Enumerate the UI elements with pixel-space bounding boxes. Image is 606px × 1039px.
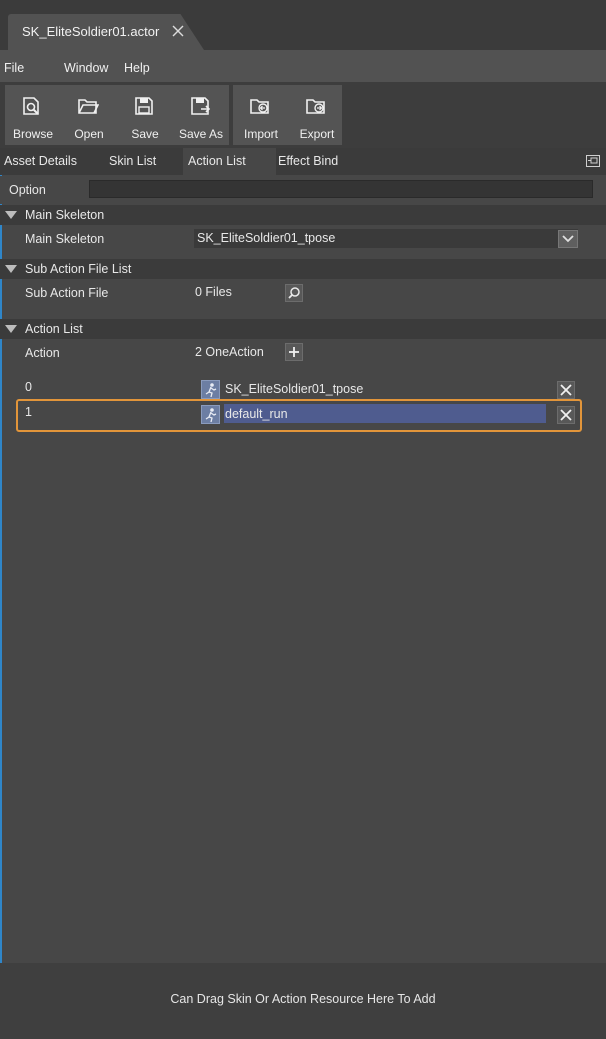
menu-window[interactable]: Window	[64, 61, 108, 75]
export-icon	[306, 99, 325, 114]
animation-clip-icon	[201, 380, 220, 399]
action-row-index: 0	[25, 380, 32, 394]
close-icon	[560, 384, 572, 396]
option-row: Option	[0, 176, 606, 204]
open-label: Open	[74, 127, 104, 141]
panel-tabs: Asset Details Skin List Action List Effe…	[0, 148, 606, 175]
option-field[interactable]	[89, 180, 593, 198]
sub-action-section-header[interactable]: Sub Action File List	[0, 259, 606, 279]
tab-effect-bind[interactable]: Effect Bind	[274, 148, 342, 175]
tab-skin-list[interactable]: Skin List	[105, 148, 160, 175]
tab-action-list[interactable]: Action List	[183, 148, 276, 175]
collapse-triangle-icon	[5, 211, 17, 219]
document-tab-title: SK_EliteSoldier01.actor	[22, 24, 160, 39]
import-icon	[250, 99, 269, 114]
import-button[interactable]: Import	[233, 85, 289, 145]
toolbar: Browse Open Save Save As Import Export	[0, 82, 606, 148]
action-row: 0 SK_EliteSoldier01_tpose	[0, 377, 606, 399]
save-label: Save	[131, 127, 159, 141]
browse-icon	[23, 97, 39, 115]
plus-icon	[289, 347, 299, 357]
collapse-triangle-icon	[5, 325, 17, 333]
main-skeleton-section-title: Main Skeleton	[25, 208, 105, 222]
save-icon	[135, 97, 153, 115]
drop-zone-hint: Can Drag Skin Or Action Resource Here To…	[170, 992, 436, 1006]
action-list-section-title: Action List	[25, 322, 83, 336]
drop-zone[interactable]: Can Drag Skin Or Action Resource Here To…	[0, 963, 606, 1039]
save-button[interactable]: Save	[117, 85, 173, 145]
sub-action-file-count: 0 Files	[195, 285, 232, 299]
document-tab-bar: SK_EliteSoldier01.actor	[0, 0, 606, 50]
remove-action-button[interactable]	[557, 381, 575, 399]
option-label: Option	[9, 183, 46, 197]
sub-action-section-title: Sub Action File List	[25, 262, 132, 276]
browse-label: Browse	[12, 127, 53, 141]
search-icon	[288, 287, 300, 299]
sub-action-file-label: Sub Action File	[25, 286, 109, 300]
import-export-tool-group: Import Export	[233, 85, 342, 145]
chevron-down-icon	[558, 230, 578, 248]
file-tool-group: Browse Open Save Save As	[5, 85, 229, 145]
import-label: Import	[243, 127, 278, 141]
close-tab-icon[interactable]	[171, 24, 187, 40]
menu-file[interactable]: File	[4, 61, 24, 75]
export-label: Export	[299, 127, 335, 141]
menu-bar: File Window Help	[0, 50, 606, 82]
selection-highlight	[16, 399, 582, 432]
save-as-icon	[191, 97, 211, 115]
main-skeleton-dropdown[interactable]: SK_EliteSoldier01_tpose	[194, 229, 578, 248]
export-button[interactable]: Export	[289, 85, 345, 145]
action-row-name[interactable]: SK_EliteSoldier01_tpose	[225, 382, 363, 396]
open-folder-icon	[78, 99, 99, 114]
save-as-button[interactable]: Save As	[173, 85, 229, 145]
tab-asset-details[interactable]: Asset Details	[0, 148, 81, 175]
main-skeleton-label: Main Skeleton	[25, 232, 105, 246]
menu-help[interactable]: Help	[124, 61, 150, 75]
add-action-button[interactable]	[285, 343, 303, 361]
browse-sub-action-button[interactable]	[285, 284, 303, 302]
action-list-section-header[interactable]: Action List	[0, 319, 606, 339]
action-label: Action	[25, 346, 60, 360]
collapse-triangle-icon	[5, 265, 17, 273]
action-count: 2 OneAction	[195, 345, 264, 359]
save-as-label: Save As	[178, 127, 224, 141]
pin-panel-icon[interactable]	[586, 155, 600, 167]
browse-button[interactable]: Browse	[5, 85, 61, 145]
main-skeleton-selected: SK_EliteSoldier01_tpose	[197, 231, 336, 245]
open-button[interactable]: Open	[61, 85, 117, 145]
main-skeleton-section-header[interactable]: Main Skeleton	[0, 205, 606, 225]
